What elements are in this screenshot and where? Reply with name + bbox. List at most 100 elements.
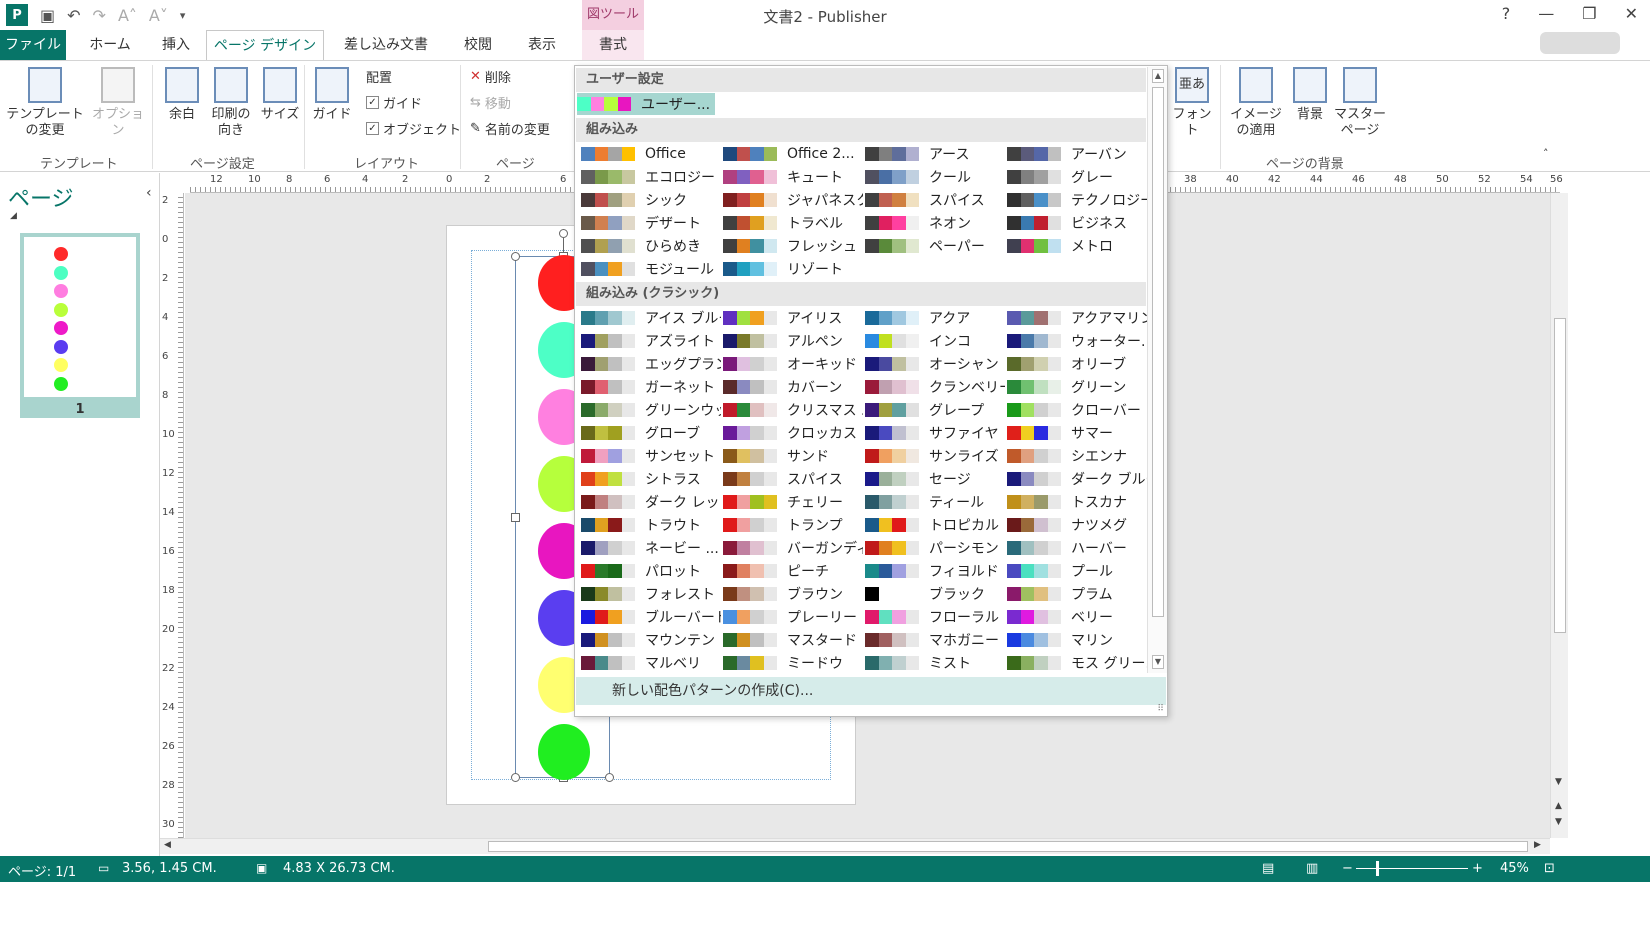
zoom-in-icon[interactable]: + — [1472, 861, 1483, 876]
color-scheme-item[interactable]: エコロジー — [581, 166, 721, 188]
color-scheme-item[interactable]: リゾート — [723, 258, 863, 280]
color-scheme-item[interactable]: エッグプラント — [581, 353, 721, 375]
color-scheme-item[interactable]: プレーリー — [723, 606, 863, 628]
delete-page-button[interactable]: ✕ 削除 — [470, 67, 511, 86]
color-scheme-item[interactable]: バーガンディ — [723, 537, 863, 559]
color-scheme-item[interactable]: Office 2... — [723, 143, 863, 165]
vertical-scrollbar[interactable]: ▼ ▲ ▼ — [1550, 193, 1568, 838]
color-scheme-item[interactable]: ウォーター... — [1007, 330, 1147, 352]
orientation-button[interactable]: 印刷の向き — [206, 67, 256, 139]
color-scheme-item[interactable]: グレー — [1007, 166, 1147, 188]
options-button[interactable]: オプション — [88, 67, 148, 139]
section-expander-icon[interactable]: ◢ — [10, 211, 17, 221]
tab-page-design[interactable]: ページ デザイン — [206, 30, 324, 60]
tab-format[interactable]: 書式 — [582, 30, 644, 60]
color-scheme-item[interactable]: トラウト — [581, 514, 721, 536]
color-scheme-item[interactable]: インコ — [865, 330, 1005, 352]
color-scheme-item[interactable]: クール — [865, 166, 1005, 188]
color-scheme-item[interactable]: トラベル — [723, 212, 863, 234]
color-scheme-item[interactable]: クリスマス ... — [723, 399, 863, 421]
color-scheme-item[interactable]: マリン — [1007, 629, 1147, 651]
color-scheme-item[interactable]: ダーク レッド — [581, 491, 721, 513]
background-button[interactable]: 背景 — [1290, 67, 1330, 123]
scroll-right-arrow-icon[interactable]: ▶ — [1534, 840, 1541, 850]
color-scheme-item[interactable]: サマー — [1007, 422, 1147, 444]
color-scheme-item[interactable]: メトロ — [1007, 235, 1147, 257]
color-scheme-item[interactable]: キュート — [723, 166, 863, 188]
move-page-button[interactable]: ⇆ 移動 — [470, 93, 511, 112]
save-icon[interactable]: ▣ — [40, 6, 55, 25]
color-scheme-item[interactable]: スパイス — [723, 468, 863, 490]
color-scheme-item[interactable]: ナツメグ — [1007, 514, 1147, 536]
rename-page-button[interactable]: ✎ 名前の変更 — [470, 119, 550, 138]
color-scheme-item[interactable]: マウンテン — [581, 629, 721, 651]
resize-handle[interactable] — [511, 773, 520, 782]
color-scheme-item[interactable]: モス グリーン — [1007, 652, 1147, 674]
color-scheme-item[interactable]: グリーンウッド — [581, 399, 721, 421]
scroll-down-arrow-icon[interactable]: ▼ — [1555, 777, 1562, 787]
color-scheme-item[interactable]: アクア — [865, 307, 1005, 329]
color-scheme-item[interactable]: オーシャン — [865, 353, 1005, 375]
color-scheme-item[interactable]: マスタード — [723, 629, 863, 651]
color-scheme-item[interactable]: アーバン — [1007, 143, 1147, 165]
single-page-view-icon[interactable]: ▤ — [1262, 861, 1274, 876]
gallery-scrollbar[interactable]: ▲ ▼ — [1147, 67, 1167, 673]
resize-handle[interactable] — [511, 252, 520, 261]
color-scheme-item[interactable]: クランベリー — [865, 376, 1005, 398]
color-scheme-item[interactable]: ひらめき — [581, 235, 721, 257]
color-scheme-item[interactable]: アルペン — [723, 330, 863, 352]
color-scheme-item[interactable]: フローラル — [865, 606, 1005, 628]
color-scheme-item[interactable]: パーシモン — [865, 537, 1005, 559]
template-change-button[interactable]: テンプレートの変更 — [4, 67, 86, 139]
color-scheme-item[interactable]: サンライズ — [865, 445, 1005, 467]
color-scheme-item[interactable]: Office — [581, 143, 721, 165]
collapse-ribbon-icon[interactable]: ˄ — [1543, 147, 1549, 160]
color-scheme-item[interactable]: テクノロジー — [1007, 189, 1147, 211]
tab-file[interactable]: ファイル — [0, 30, 66, 60]
color-scheme-item[interactable]: ブルーバード — [581, 606, 721, 628]
vertical-scroll-thumb[interactable] — [1554, 318, 1566, 633]
color-scheme-item[interactable]: シック — [581, 189, 721, 211]
circle-shape[interactable] — [538, 724, 590, 780]
color-scheme-item[interactable]: ティール — [865, 491, 1005, 513]
color-scheme-item[interactable]: ブラック — [865, 583, 1005, 605]
color-scheme-item[interactable]: グリーン — [1007, 376, 1147, 398]
color-scheme-item[interactable]: ダーク ブルー — [1007, 468, 1147, 490]
align-objects-checkbox[interactable]: ✓ オブジェクト — [366, 119, 461, 138]
color-scheme-item[interactable]: モジュール — [581, 258, 721, 280]
margins-button[interactable]: 余白 — [160, 67, 204, 123]
color-scheme-item[interactable]: トランプ — [723, 514, 863, 536]
rotate-handle[interactable] — [559, 229, 568, 238]
color-scheme-item[interactable]: サンド — [723, 445, 863, 467]
guides-button[interactable]: ガイド — [310, 67, 354, 123]
color-scheme-item[interactable]: フォレスト — [581, 583, 721, 605]
color-scheme-item[interactable]: グレープ — [865, 399, 1005, 421]
color-scheme-item[interactable]: フィヨルド — [865, 560, 1005, 582]
color-scheme-item[interactable]: ジャパネスク — [723, 189, 863, 211]
status-page[interactable]: ページ: 1/1 — [8, 861, 76, 880]
gallery-scroll-thumb[interactable] — [1152, 87, 1164, 617]
color-scheme-item[interactable]: セージ — [865, 468, 1005, 490]
vertical-ruler[interactable]: 2 0 2 4 6 8 10 12 14 16 18 20 22 24 26 28 30 — [160, 193, 184, 838]
gallery-scroll-up-icon[interactable]: ▲ — [1152, 69, 1164, 83]
color-scheme-item[interactable]: サファイヤ — [865, 422, 1005, 444]
color-scheme-item[interactable]: ガーネット — [581, 376, 721, 398]
tab-view[interactable]: 表示 — [512, 30, 572, 60]
customize-qat-icon[interactable]: ▾ — [180, 9, 186, 22]
redo-icon[interactable]: ↷ — [93, 6, 106, 25]
color-scheme-item[interactable]: ミードウ — [723, 652, 863, 674]
color-scheme-item[interactable]: ビジネス — [1007, 212, 1147, 234]
size-button[interactable]: サイズ — [258, 67, 302, 123]
zoom-slider[interactable] — [1356, 868, 1468, 869]
color-scheme-item[interactable]: アクアマリン — [1007, 307, 1147, 329]
color-scheme-item[interactable]: シエンナ — [1007, 445, 1147, 467]
color-scheme-item[interactable]: ブラウン — [723, 583, 863, 605]
master-pages-button[interactable]: マスター ページ — [1332, 67, 1388, 139]
font-shrink-icon[interactable]: A˅ — [149, 6, 168, 25]
apply-image-button[interactable]: イメージの適用 — [1224, 67, 1288, 139]
tab-insert[interactable]: 挿入 — [146, 30, 206, 60]
color-scheme-item[interactable]: ハーバー — [1007, 537, 1147, 559]
restore-button[interactable]: ❐ — [1582, 4, 1596, 23]
resize-handle[interactable] — [511, 513, 520, 522]
minimize-button[interactable]: — — [1538, 4, 1554, 23]
